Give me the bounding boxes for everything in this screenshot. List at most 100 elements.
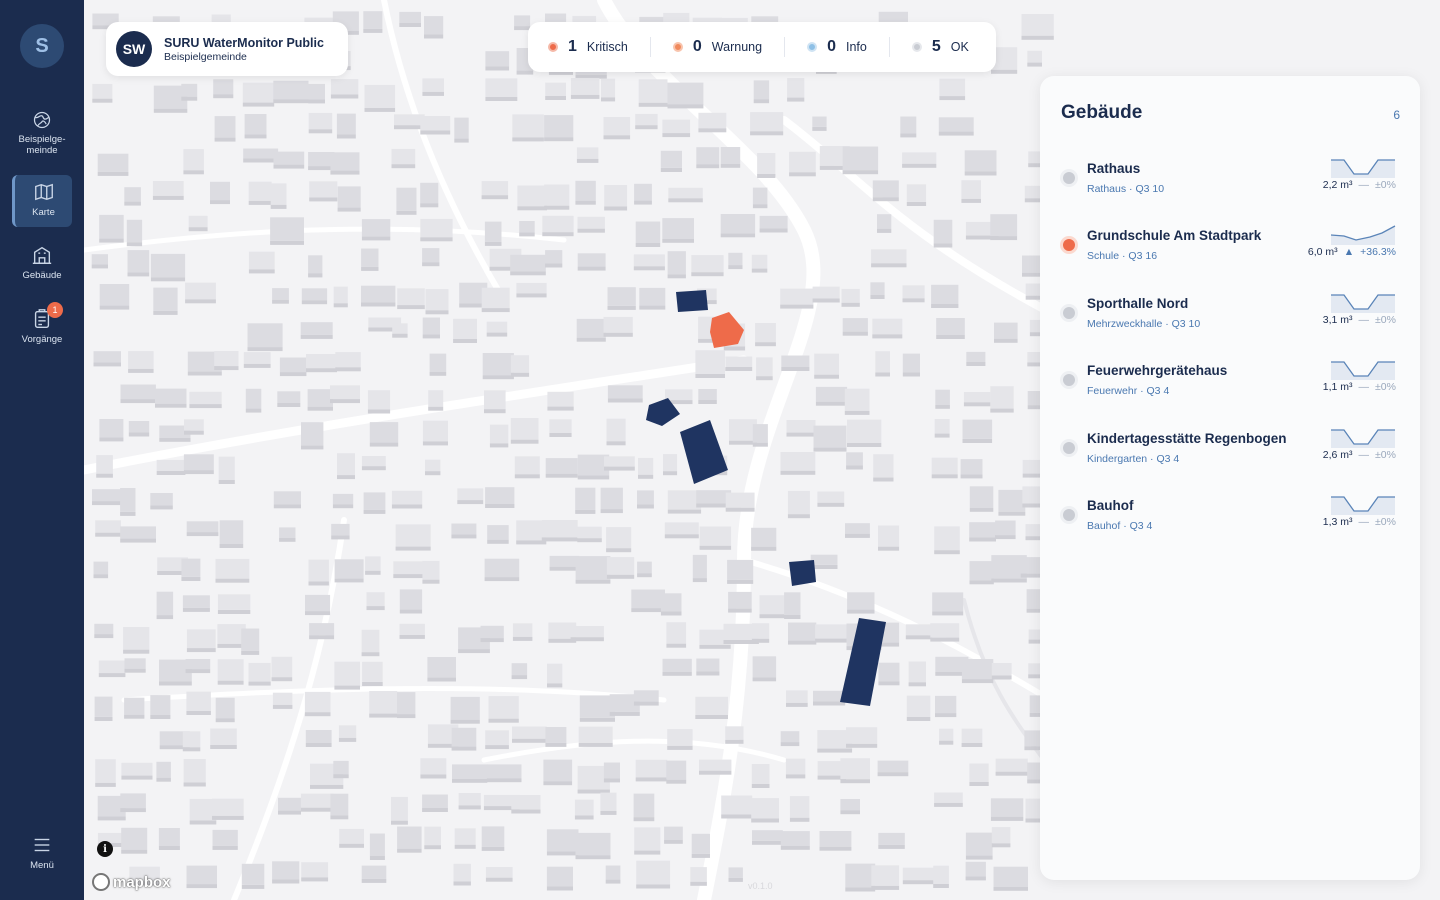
- map-building-shadow: [481, 846, 505, 851]
- map-building-shadow: [570, 637, 604, 642]
- map-building-shadow: [603, 135, 631, 140]
- map-building-shadow: [842, 170, 879, 175]
- map-building-shadow: [451, 534, 477, 539]
- menu-button[interactable]: Menü: [12, 828, 72, 880]
- map-building-block: [301, 422, 324, 446]
- map-building-block: [846, 452, 863, 466]
- map-building-shadow: [155, 403, 187, 408]
- map-building-shadow: [186, 532, 219, 537]
- map-building-block: [420, 218, 453, 238]
- sparkline: [1330, 225, 1396, 245]
- building-row-kita[interactable]: Kindertagesstätte Regenbogen Kindergarte…: [1040, 426, 1420, 486]
- map-building-block: [998, 489, 1026, 512]
- map-building-shadow: [97, 171, 129, 176]
- map-building-shadow: [639, 305, 666, 310]
- map-building-shadow: [392, 333, 408, 338]
- status-critical[interactable]: 1 Kritisch: [548, 38, 628, 56]
- map-building-shadow: [784, 615, 801, 619]
- status-info[interactable]: 0 Info: [807, 38, 867, 56]
- building-row-bauhof[interactable]: Bauhof Bauhof · Q3 4 1,3 m³ — ±0%: [1040, 493, 1420, 553]
- map-building-shadow: [156, 615, 174, 620]
- map-building-shadow: [812, 126, 827, 131]
- map-building-shadow: [393, 574, 425, 579]
- map-building-shadow: [666, 643, 687, 648]
- map-building-block: [870, 282, 885, 295]
- map-building-block: [637, 561, 652, 574]
- map-building-block: [451, 523, 477, 535]
- map-building-shadow: [369, 713, 398, 718]
- map-building-shadow: [935, 713, 957, 718]
- map-building-block: [248, 662, 271, 682]
- panel-count: 6: [1393, 108, 1400, 122]
- map-building-shadow: [480, 638, 504, 643]
- map-building-block: [759, 215, 788, 229]
- map-building-block: [304, 691, 331, 713]
- map-building-block: [875, 351, 890, 373]
- map-building-block: [124, 187, 141, 202]
- map-building-shadow: [428, 406, 444, 411]
- map-building-block: [696, 658, 720, 672]
- map-building-block: [785, 758, 806, 775]
- map-building-block: [930, 623, 960, 638]
- map-building-block: [361, 248, 379, 267]
- sparkline: [1331, 361, 1395, 380]
- map-building-shadow: [484, 577, 520, 582]
- map-building-shadow: [1021, 35, 1054, 40]
- attribution-info-button[interactable]: i: [97, 841, 113, 857]
- sidebar-item-municipality[interactable]: Beispielge- meinde: [12, 104, 72, 156]
- map-building-block: [397, 826, 422, 849]
- map-building-shadow: [939, 96, 966, 101]
- map-building-shadow: [780, 845, 810, 850]
- map-building-block: [120, 793, 146, 809]
- map-building-block: [331, 523, 350, 536]
- map-building-shadow: [813, 447, 847, 452]
- map-building-block: [699, 759, 732, 771]
- map-building-shadow: [215, 718, 235, 723]
- map-building-block: [481, 181, 509, 196]
- map-building-block: [780, 731, 800, 743]
- map-building-shadow: [788, 640, 817, 645]
- mapbox-wordmark: mapbox: [113, 873, 171, 891]
- map-building-shadow: [965, 876, 986, 881]
- building-row-rathaus[interactable]: Rathaus Rathaus · Q3 10 2,2 m³ — ±0%: [1040, 156, 1420, 216]
- map-building-block: [485, 487, 515, 504]
- map-building-shadow: [450, 719, 480, 724]
- map-building-shadow: [729, 440, 757, 445]
- sidebar-item-buildings[interactable]: Gebäude: [12, 238, 72, 290]
- map-building-shadow: [545, 473, 578, 478]
- map-building-block: [270, 183, 287, 205]
- brand-card: SW SURU WaterMonitor Public Beispielgeme…: [106, 22, 348, 76]
- map-building-shadow: [270, 204, 287, 209]
- map-building-shadow: [420, 237, 453, 242]
- map-building-shadow: [759, 228, 788, 233]
- status-ok[interactable]: 5 OK: [911, 38, 969, 56]
- map-building-block: [541, 520, 578, 538]
- map-building-block: [365, 556, 381, 571]
- map-building-block: [361, 219, 391, 237]
- map-building-shadow: [933, 884, 949, 888]
- building-row-sporthalle[interactable]: Sporthalle Nord Mehrzweckhalle · Q3 10 3…: [1040, 291, 1420, 351]
- map-building-kita[interactable]: [789, 560, 816, 586]
- map-building-shadow: [185, 669, 211, 674]
- map-building-shadow: [516, 293, 547, 298]
- sidebar-item-map[interactable]: Karte: [12, 175, 72, 227]
- building-meta: Feuerwehr · Q3 4: [1087, 385, 1170, 397]
- map-building-block: [450, 696, 480, 720]
- map-building-rathaus[interactable]: [676, 290, 708, 312]
- sidebar-item-processes[interactable]: 1 Vorgänge: [12, 302, 72, 354]
- map-building-block: [603, 762, 620, 779]
- map-building-shadow: [424, 34, 444, 39]
- map-building-block: [577, 526, 602, 539]
- map-building-block: [453, 863, 471, 882]
- map-building-shadow: [577, 266, 606, 271]
- building-row-grundschule[interactable]: Grundschule Am Stadtpark Schule · Q3 16 …: [1040, 223, 1420, 283]
- map-building-block: [961, 728, 983, 743]
- status-warning[interactable]: 0 Warnung: [672, 38, 762, 56]
- map-building-block: [664, 826, 683, 840]
- map-building-shadow: [840, 810, 860, 815]
- building-row-feuerwehr[interactable]: Feuerwehrgerätehaus Feuerwehr · Q3 4 1,1…: [1040, 358, 1420, 418]
- user-avatar[interactable]: S: [20, 24, 64, 68]
- map-building-block: [128, 421, 150, 433]
- map-building-block: [878, 832, 905, 845]
- map-building-shadow: [786, 432, 816, 437]
